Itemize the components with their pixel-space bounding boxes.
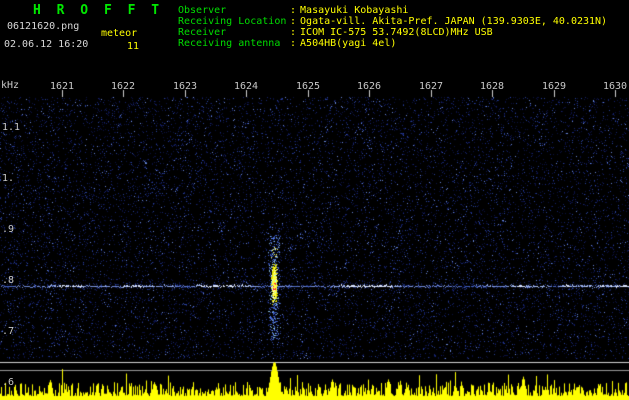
x-tick-label: 1627 (418, 81, 444, 92)
x-tick-label: 1622 (110, 81, 136, 92)
x-tick-label: 1623 (172, 81, 198, 92)
info-row-location: Receiving Location: Ogata-vill. Akita-Pre… (178, 16, 607, 27)
y-tick-label: 1.1 (2, 122, 21, 133)
x-tick-label: 1628 (479, 81, 505, 92)
spectrogram-canvas (0, 0, 629, 400)
y-tick-label: .8 (2, 275, 15, 286)
info-value: A504HB(yagi 4el) (300, 38, 397, 49)
info-value: ICOM IC-575 53.7492(8LCD)MHz USB (300, 27, 493, 38)
y-tick-label: .7 (2, 326, 15, 337)
info-value: Ogata-vill. Akita-Pref. JAPAN (139.9303E… (300, 16, 608, 27)
station-info: Observer: Masayuki Kobayashi Receiving Lo… (178, 5, 607, 49)
info-colon: : (290, 38, 297, 49)
info-label: Receiving Location (178, 16, 287, 27)
meteor-count: 11 (127, 41, 140, 52)
datetime-label: 02.06.12 16:20 (4, 39, 89, 50)
y-tick-label: 1. (2, 173, 15, 184)
y-tick-label: .9 (2, 224, 15, 235)
info-row-observer: Observer: Masayuki Kobayashi (178, 5, 607, 16)
info-colon: : (290, 5, 297, 16)
info-colon: : (290, 27, 297, 38)
hrofft-screen: H R O F F T 06121620.png meteor 02.06.12… (0, 0, 629, 400)
x-tick-label: 1626 (356, 81, 382, 92)
info-label: Observer (178, 5, 227, 16)
info-colon: : (290, 16, 297, 27)
x-tick-label: 1624 (233, 81, 259, 92)
y-tick-label: .6 (2, 377, 15, 388)
info-label: Receiving antenna (178, 38, 281, 49)
info-row-receiver: Receiver: ICOM IC-575 53.7492(8LCD)MHz US… (178, 27, 607, 38)
output-filename: 06121620.png (7, 21, 80, 32)
mode-label: meteor (101, 28, 138, 39)
x-tick-label: 1625 (295, 81, 321, 92)
x-tick-label: 1629 (541, 81, 567, 92)
app-title: H R O F F T (33, 3, 164, 18)
y-axis-unit: kHz (1, 80, 20, 91)
info-label: Receiver (178, 27, 227, 38)
x-tick-label: 1630 (602, 81, 628, 92)
info-row-antenna: Receiving antenna: A504HB(yagi 4el) (178, 38, 607, 49)
info-value: Masayuki Kobayashi (300, 5, 409, 16)
x-tick-label: 1621 (49, 81, 75, 92)
